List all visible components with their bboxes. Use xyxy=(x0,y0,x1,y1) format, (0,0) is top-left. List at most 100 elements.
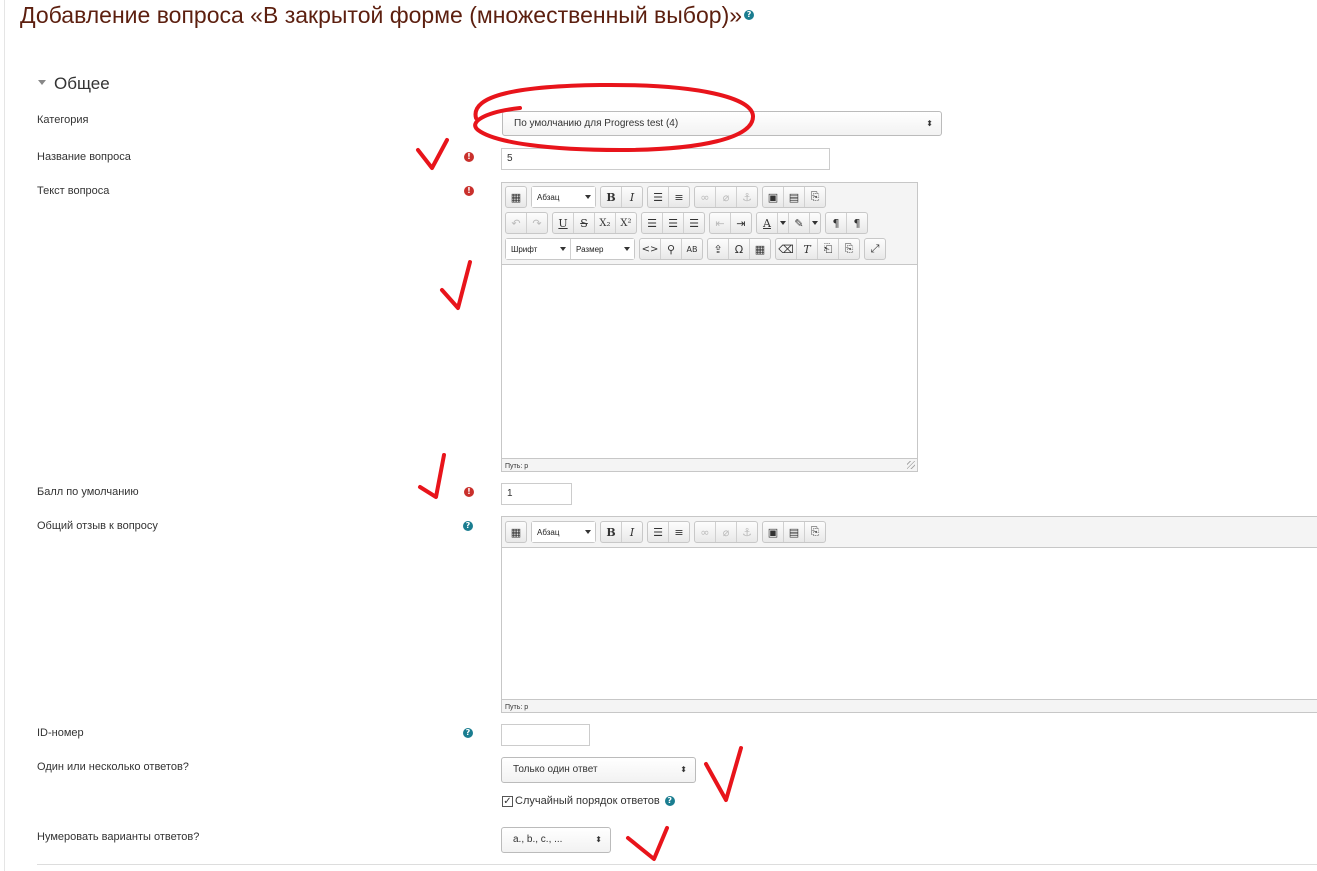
table-icon[interactable]: ▦ xyxy=(750,239,770,259)
annotation-check-mark xyxy=(416,138,449,170)
file-icon[interactable]: ⎘ xyxy=(805,522,825,542)
select-arrows-icon: ⬍ xyxy=(680,765,687,774)
image-icon[interactable]: ▣ xyxy=(763,187,784,207)
html-code-icon[interactable]: <> xyxy=(640,239,661,259)
size-dropdown[interactable]: Размер xyxy=(571,239,634,259)
id-number-label: ID-номер xyxy=(37,727,84,739)
bold-icon[interactable]: B xyxy=(601,187,622,207)
link-icon[interactable]: ∞ xyxy=(695,187,716,207)
upload-icon[interactable]: ⇪ xyxy=(708,239,729,259)
bullet-list-icon[interactable]: ☰ xyxy=(648,187,669,207)
shuffle-label[interactable]: Случайный порядок ответов xyxy=(515,795,660,807)
fullscreen-icon[interactable]: ⤢ xyxy=(865,239,885,259)
find-icon[interactable]: ⚲ xyxy=(661,239,682,259)
toolbar-toggle-icon[interactable]: ▦ xyxy=(506,522,526,542)
anchor-icon[interactable]: ⚓ xyxy=(737,522,757,542)
align-center-icon[interactable]: ☰ xyxy=(663,213,684,233)
chevron-down-icon[interactable] xyxy=(778,213,789,233)
bullet-list-icon[interactable]: ☰ xyxy=(648,522,669,542)
general-feedback-content[interactable] xyxy=(502,547,1317,700)
category-select[interactable]: По умолчанию для Progress test (4) ⬍ xyxy=(502,111,942,136)
indent-icon[interactable]: ⇥ xyxy=(731,213,751,233)
size-dropdown-label: Размер xyxy=(576,244,604,254)
undo-icon[interactable]: ↶ xyxy=(506,213,527,233)
format-dropdown-label: Абзац xyxy=(537,192,560,202)
help-icon[interactable]: ? xyxy=(744,9,755,20)
required-icon: ! xyxy=(464,152,474,162)
format-dropdown[interactable]: Абзац xyxy=(532,187,595,207)
annotation-check-mark xyxy=(626,826,669,861)
align-left-icon[interactable]: ☰ xyxy=(642,213,663,233)
format-dropdown-label: Абзац xyxy=(537,527,560,537)
id-number-input[interactable] xyxy=(501,724,590,746)
help-icon[interactable]: ? xyxy=(664,796,675,806)
italic-icon[interactable]: I xyxy=(622,522,642,542)
page-title: Добавление вопроса «В закрытой форме (мн… xyxy=(20,2,755,29)
question-text-editor[interactable]: ▦ Абзац BI ☰ ≡ ∞ ⌀ ⚓ ▣ ▤ ⎘ ↶ ↷ U S X₂ X² ☰ ☰ ☰ ⇤ ⇥ A… xyxy=(501,182,918,472)
editor-toolbar-row-1: ▦ Абзац BI ☰ ≡ ∞ ⌀ ⚓ ▣ ▤ ⎘ xyxy=(505,521,830,543)
editor-toolbar-row-2: ↶ ↷ U S X₂ X² ☰ ☰ ☰ ⇤ ⇥ A ✎ ¶ ¶ xyxy=(505,212,872,234)
image-icon[interactable]: ▣ xyxy=(763,522,784,542)
file-icon[interactable]: ⎘ xyxy=(805,187,825,207)
superscript-icon[interactable]: X² xyxy=(616,213,636,233)
paste-word-icon[interactable]: ⎘ xyxy=(839,239,859,259)
paste-text-icon[interactable]: ⎗ xyxy=(818,239,839,259)
chevron-down-icon[interactable] xyxy=(810,213,820,233)
unlink-icon[interactable]: ⌀ xyxy=(716,522,737,542)
single-multiple-value: Только один ответ xyxy=(513,764,598,775)
background-color-icon[interactable]: ✎ xyxy=(789,213,810,233)
chevron-down-icon xyxy=(560,247,566,251)
general-feedback-editor[interactable]: ▦ Абзац BI ☰ ≡ ∞ ⌀ ⚓ ▣ ▤ ⎘ Путь: p xyxy=(501,516,1317,713)
unlink-icon[interactable]: ⌀ xyxy=(716,187,737,207)
underline-icon[interactable]: U xyxy=(553,213,574,233)
shuffle-row: ✓ Случайный порядок ответов ? xyxy=(502,795,675,807)
anchor-icon[interactable]: ⚓ xyxy=(737,187,757,207)
align-right-icon[interactable]: ☰ xyxy=(684,213,704,233)
replace-icon[interactable]: AB xyxy=(682,239,702,259)
remove-format-icon[interactable]: T xyxy=(797,239,818,259)
section-general-header[interactable]: Общее xyxy=(38,74,110,94)
strikethrough-icon[interactable]: S xyxy=(574,213,595,233)
link-icon[interactable]: ∞ xyxy=(695,522,716,542)
format-dropdown[interactable]: Абзац xyxy=(532,522,595,542)
left-border xyxy=(4,0,5,871)
italic-icon[interactable]: I xyxy=(622,187,642,207)
question-name-input[interactable]: 5 xyxy=(501,148,830,170)
resize-handle-icon[interactable] xyxy=(907,461,915,469)
media-icon[interactable]: ▤ xyxy=(784,522,805,542)
help-icon[interactable]: ? xyxy=(463,728,473,738)
special-char-icon[interactable]: Ω xyxy=(729,239,750,259)
collapse-triangle-icon[interactable] xyxy=(38,80,46,86)
numbering-select[interactable]: a., b., c., ... ⬍ xyxy=(501,827,611,853)
single-multiple-select[interactable]: Только один ответ ⬍ xyxy=(501,757,696,783)
annotation-check-mark xyxy=(704,746,743,802)
default-mark-input[interactable]: 1 xyxy=(501,483,572,505)
question-text-content[interactable] xyxy=(502,264,917,459)
rtl-icon[interactable]: ¶ xyxy=(847,213,867,233)
ltr-icon[interactable]: ¶ xyxy=(826,213,847,233)
category-value: По умолчанию для Progress test (4) xyxy=(514,118,679,129)
required-icon: ! xyxy=(464,487,474,497)
required-icon: ! xyxy=(464,186,474,196)
redo-icon[interactable]: ↷ xyxy=(527,213,547,233)
toolbar-toggle-icon[interactable]: ▦ xyxy=(506,187,526,207)
category-label: Категория xyxy=(37,114,89,126)
help-icon[interactable]: ? xyxy=(463,521,473,531)
numbered-list-icon[interactable]: ≡ xyxy=(669,187,689,207)
annotation-check-mark xyxy=(440,260,472,310)
page-title-text: Добавление вопроса «В закрытой форме (мн… xyxy=(20,2,743,28)
media-icon[interactable]: ▤ xyxy=(784,187,805,207)
clear-format-icon[interactable]: ⌫ xyxy=(776,239,797,259)
outdent-icon[interactable]: ⇤ xyxy=(710,213,731,233)
subscript-icon[interactable]: X₂ xyxy=(595,213,616,233)
shuffle-checkbox[interactable]: ✓ xyxy=(502,795,513,807)
text-color-icon[interactable]: A xyxy=(757,213,778,233)
numbering-value: a., b., c., ... xyxy=(513,834,563,845)
editor-path: Путь: p xyxy=(505,704,529,711)
section-divider xyxy=(37,864,1317,865)
bold-icon[interactable]: B xyxy=(601,522,622,542)
chevron-down-icon xyxy=(585,530,591,534)
section-title: Общее xyxy=(54,74,110,93)
numbered-list-icon[interactable]: ≡ xyxy=(669,522,689,542)
font-dropdown[interactable]: Шрифт xyxy=(506,239,571,259)
